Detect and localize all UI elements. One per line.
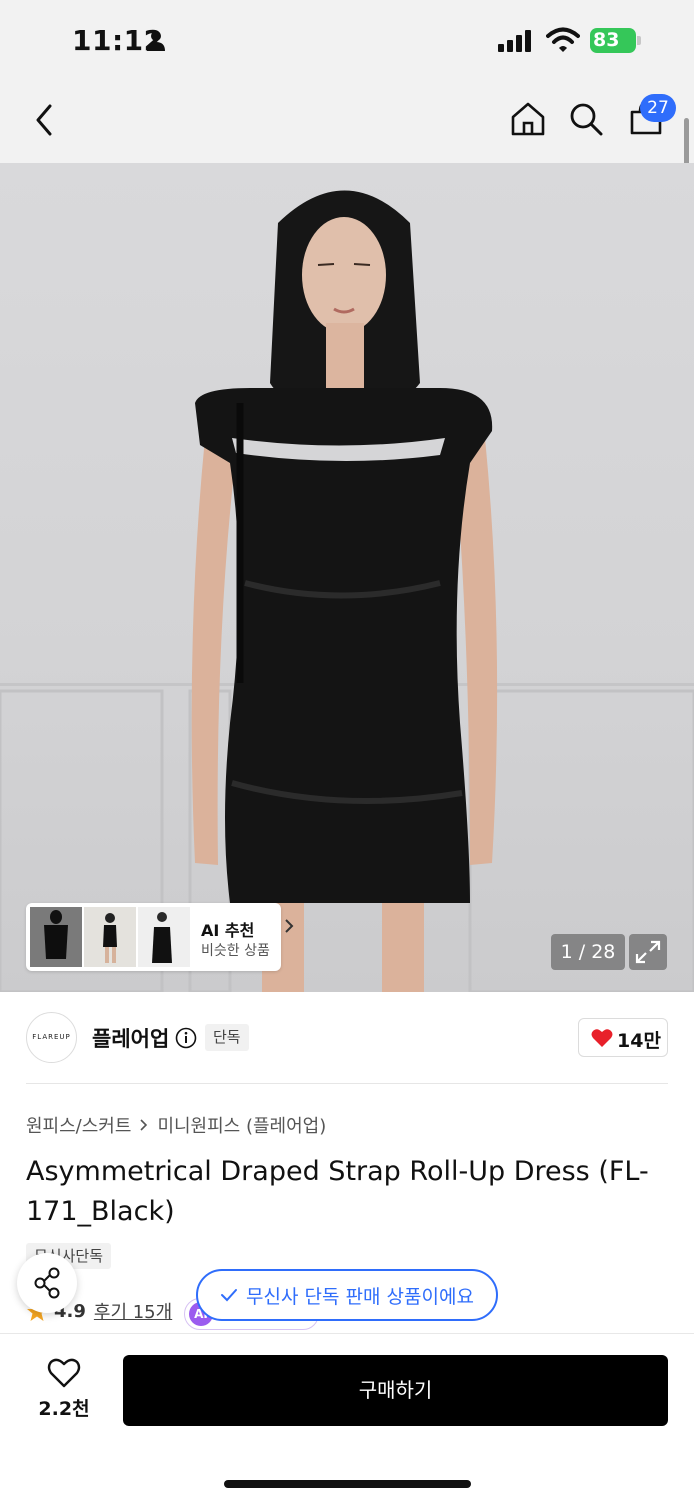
- breadcrumb-category[interactable]: 원피스/스커트: [26, 1112, 131, 1138]
- buy-button[interactable]: 구매하기: [123, 1355, 668, 1426]
- brand-like-count: 14만: [617, 1030, 661, 1052]
- person-icon: [147, 31, 165, 51]
- exclusive-toast: 무신사 단독 판매 상품이에요: [196, 1269, 498, 1321]
- battery-cap: [637, 36, 641, 45]
- thumb-image: [138, 907, 190, 967]
- home-indicator: [224, 1480, 471, 1488]
- bottom-purchase-bar: 2.2천 구매하기: [0, 1333, 694, 1500]
- search-icon[interactable]: [566, 99, 606, 139]
- home-icon[interactable]: [508, 99, 548, 139]
- thumb-image: [84, 907, 136, 967]
- brand-like-button[interactable]: 14만: [578, 1018, 668, 1057]
- share-button[interactable]: [17, 1253, 77, 1313]
- cart-count-badge: 27: [640, 94, 676, 122]
- ai-recommend-card[interactable]: AI 추천 비슷한 상품: [26, 903, 294, 971]
- breadcrumb-subcategory[interactable]: 미니원피스 (플레어업): [157, 1112, 326, 1138]
- brand-logo[interactable]: FLAREUP: [26, 1012, 77, 1063]
- signal-icon: [498, 30, 531, 52]
- info-icon[interactable]: [175, 1027, 197, 1049]
- share-icon: [34, 1267, 60, 1299]
- brand-exclusive-tag: 단독: [205, 1024, 249, 1051]
- expand-button[interactable]: [629, 934, 667, 970]
- wifi-icon: [546, 27, 580, 52]
- similar-thumb[interactable]: [30, 907, 82, 967]
- product-image-gallery[interactable]: AI 추천 비슷한 상품 1 / 28: [0, 163, 694, 992]
- heart-filled-icon: [591, 1029, 613, 1047]
- ai-recommend-subtitle: 비슷한 상품: [201, 943, 270, 959]
- divider: [26, 1083, 668, 1084]
- battery-level: 83: [593, 29, 620, 51]
- image-counter: 1 / 28: [551, 934, 625, 970]
- heart-outline-icon: [47, 1358, 81, 1388]
- product-photo: [0, 190, 694, 992]
- similar-thumb[interactable]: [138, 907, 190, 967]
- product-title: Asymmetrical Draped Strap Roll-Up Dress …: [26, 1156, 649, 1227]
- expand-icon: [635, 940, 661, 964]
- battery-indicator: 83: [590, 28, 636, 53]
- check-icon: [221, 1289, 238, 1302]
- back-icon[interactable]: [30, 102, 62, 138]
- review-count-link[interactable]: 후기 15개: [94, 1298, 172, 1324]
- ai-recommend-title: AI 추천: [201, 921, 255, 940]
- chevron-right-icon: [140, 1119, 148, 1131]
- toast-text: 무신사 단독 판매 상품이에요: [246, 1285, 474, 1308]
- wishlist-count: 2.2천: [38, 1398, 90, 1420]
- brand-name[interactable]: 플레어업: [92, 1023, 169, 1053]
- wishlist-button[interactable]: 2.2천: [26, 1356, 102, 1424]
- breadcrumb: 원피스/스커트 미니원피스 (플레어업): [26, 1112, 326, 1138]
- similar-thumb[interactable]: [84, 907, 136, 967]
- status-bar: 11:12 83: [0, 0, 694, 80]
- top-nav-bar: 27: [0, 80, 694, 163]
- thumb-image: [30, 907, 82, 967]
- brand-logo-text: FLAREUP: [32, 1033, 71, 1041]
- chevron-right-icon: [285, 919, 294, 933]
